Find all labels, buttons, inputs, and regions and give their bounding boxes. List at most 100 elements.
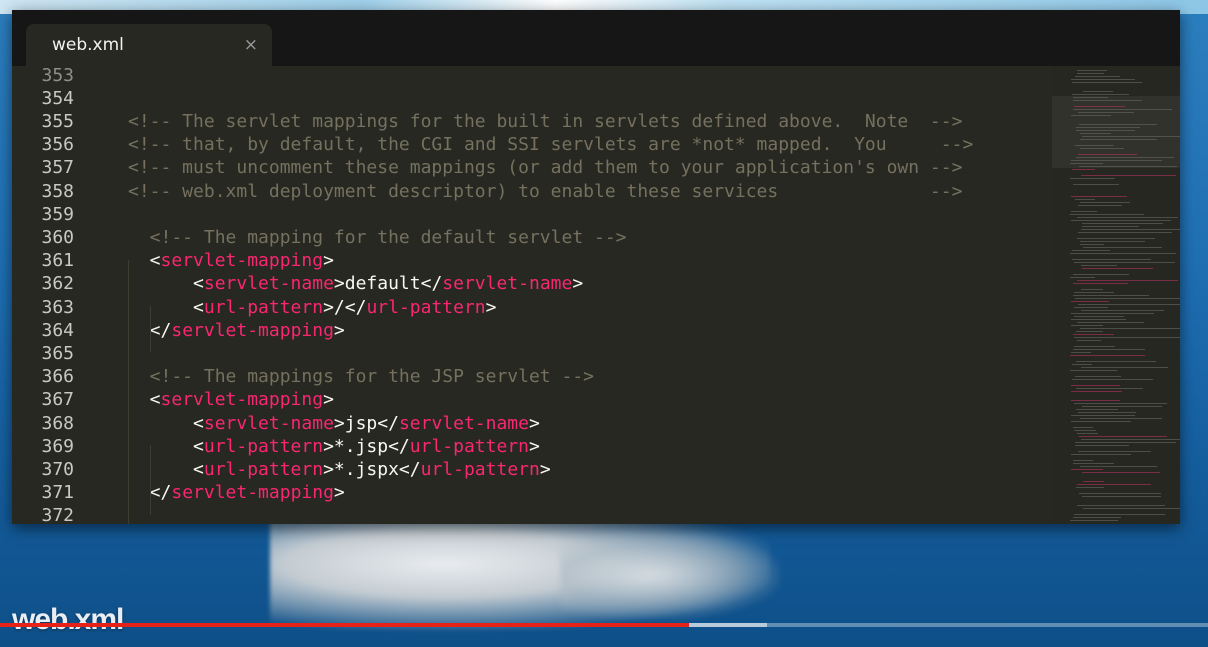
minimap-line	[1072, 364, 1092, 365]
code-line: 368 <servlet-name>jsp</servlet-name>	[12, 412, 1052, 435]
code-line: 355 <!-- The servlet mappings for the bui…	[12, 110, 1052, 133]
xml-tag-name: url-pattern	[366, 296, 486, 318]
code-line: 357 <!-- must uncomment these mappings (o…	[12, 156, 1052, 179]
video-progress-track[interactable]	[0, 623, 1208, 627]
minimap-line	[1080, 418, 1162, 419]
minimap-line	[1070, 214, 1144, 215]
minimap-line	[1072, 379, 1153, 380]
minimap-line	[1077, 340, 1101, 341]
xml-tag-name: servlet-mapping	[171, 319, 334, 341]
minimap-line	[1081, 367, 1168, 368]
xml-tag-name: url-pattern	[409, 435, 529, 457]
code-text: <url-pattern>/</url-pattern>	[128, 296, 497, 319]
minimap-line	[1071, 385, 1120, 386]
minimap-line	[1082, 496, 1161, 497]
line-number: 364	[41, 319, 74, 341]
minimap-line	[1077, 484, 1151, 485]
xml-tag-name: servlet-mapping	[160, 250, 324, 272]
minimap-line	[1077, 433, 1098, 434]
minimap[interactable]	[1052, 66, 1180, 524]
line-number: 357	[41, 157, 74, 179]
code-line: 369 <url-pattern>*.jsp</url-pattern>	[12, 435, 1052, 458]
minimap-line	[1075, 445, 1129, 446]
code-token: >	[485, 296, 497, 318]
code-text: <!-- must uncomment these mappings (or a…	[128, 156, 962, 179]
minimap-line	[1071, 301, 1109, 302]
code-line: 370 <url-pattern>*.jspx</url-pattern>	[12, 458, 1052, 481]
minimap-line	[1078, 232, 1172, 233]
minimap-line	[1077, 238, 1155, 239]
minimap-line	[1073, 334, 1114, 335]
indent-guide	[150, 306, 151, 352]
desktop-wallpaper-bear-shadow	[560, 530, 780, 620]
code-token: >	[333, 319, 345, 341]
minimap-line	[1070, 370, 1117, 371]
minimap-line	[1080, 466, 1157, 467]
minimap-line	[1081, 229, 1180, 230]
line-number: 359	[41, 203, 74, 225]
xml-comment: <!-- The mapping for the default servlet…	[128, 226, 627, 248]
code-area[interactable]: 353 354 355 <!-- The servlet mappings for t…	[12, 66, 1052, 524]
line-number: 355	[41, 110, 74, 132]
minimap-line	[1079, 124, 1157, 125]
minimap-line	[1076, 331, 1103, 332]
minimap-line	[1080, 202, 1130, 203]
minimap-line	[1078, 304, 1180, 305]
minimap-line	[1078, 154, 1137, 155]
code-token: <	[128, 458, 204, 480]
minimap-line	[1070, 277, 1095, 278]
minimap-line	[1080, 133, 1111, 134]
close-icon[interactable]: ×	[244, 35, 258, 55]
xml-tag-name: url-pattern	[203, 458, 324, 480]
minimap-line	[1070, 163, 1103, 164]
minimap-line	[1074, 106, 1125, 107]
minimap-line	[1081, 289, 1103, 290]
tab-web-xml[interactable]: web.xml ×	[26, 24, 272, 66]
minimap-line	[1080, 244, 1104, 245]
code-line: 358 <!-- web.xml deployment descriptor) t…	[12, 180, 1052, 203]
minimap-line	[1076, 487, 1104, 488]
code-line: 362 <servlet-name>default</servlet-name>	[12, 272, 1052, 295]
line-number: 367	[41, 389, 74, 411]
code-line: 364 </servlet-mapping>	[12, 319, 1052, 342]
minimap-line	[1076, 361, 1156, 362]
tab-bar: web.xml ×	[12, 10, 1180, 66]
xml-tag-name: servlet-mapping	[171, 482, 334, 504]
minimap-line	[1081, 310, 1164, 311]
minimap-line	[1075, 442, 1176, 443]
minimap-line	[1070, 355, 1145, 356]
minimap-line	[1070, 520, 1118, 521]
line-number: 363	[41, 296, 74, 318]
minimap-line	[1077, 73, 1104, 74]
code-token: <	[128, 389, 161, 411]
minimap-line	[1077, 505, 1165, 506]
code-text: <!-- The mapping for the default servlet…	[128, 226, 627, 249]
minimap-line	[1079, 166, 1177, 167]
line-number: 368	[41, 412, 74, 434]
code-line: 371 </servlet-mapping>	[12, 481, 1052, 504]
minimap-line	[1072, 250, 1110, 251]
code-line: 372	[12, 504, 1052, 524]
code-line: 367 <servlet-mapping>	[12, 388, 1052, 411]
minimap-line	[1073, 463, 1114, 464]
line-number: 354	[41, 87, 74, 109]
line-number: 371	[41, 482, 74, 504]
minimap-line	[1077, 322, 1144, 323]
minimap-line	[1073, 109, 1172, 110]
minimap-line	[1071, 352, 1091, 353]
minimap-line	[1083, 508, 1180, 509]
minimap-line	[1073, 184, 1119, 185]
minimap-line	[1074, 292, 1114, 293]
xml-tag-name: servlet-mapping	[160, 389, 324, 411]
minimap-line	[1074, 262, 1175, 263]
indent-guide	[128, 260, 129, 524]
line-number: 369	[41, 435, 74, 457]
minimap-line	[1074, 346, 1115, 347]
minimap-line	[1073, 283, 1128, 284]
code-text: <servlet-name>default</servlet-name>	[128, 272, 583, 295]
code-line: 363 <url-pattern>/</url-pattern>	[12, 296, 1052, 319]
minimap-line	[1076, 409, 1118, 410]
minimap-line	[1073, 460, 1093, 461]
xml-comment: <!-- The servlet mappings for the built …	[128, 110, 963, 132]
code-line: 356 <!-- that, by default, the CGI and SS…	[12, 133, 1052, 156]
